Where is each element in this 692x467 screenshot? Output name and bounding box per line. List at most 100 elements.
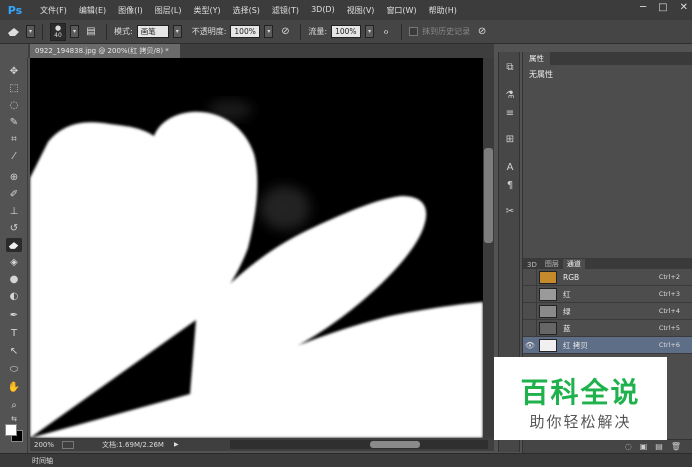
mode-dropdown[interactable]: ▾	[172, 25, 182, 38]
quick-select-tool-icon[interactable]: ✎	[6, 115, 22, 129]
menu-item[interactable]: 编辑(E)	[73, 5, 112, 16]
horizontal-scroll-thumb[interactable]	[370, 441, 420, 448]
menu-item[interactable]: 3D(D)	[305, 5, 341, 16]
path-select-tool-icon[interactable]: ↖	[6, 344, 22, 358]
channels-footer: ◌ ▣ ▤ 🗑	[523, 439, 692, 453]
menu-item[interactable]: 图像(I)	[112, 5, 149, 16]
status-menu-arrow-icon[interactable]: ▶	[174, 441, 179, 448]
channel-name: RGB	[563, 272, 580, 282]
load-selection-icon[interactable]: ◌	[625, 442, 632, 451]
tab-channels-0[interactable]: 3D	[523, 261, 541, 269]
menu-bar: Ps 文件(F) 编辑(E) 图像(I) 图层(L) 类型(Y) 选择(S) 滤镜(T) 3D…	[0, 0, 692, 20]
flow-dropdown[interactable]: ▾	[365, 25, 375, 38]
minimize-button[interactable]: ─	[640, 2, 646, 13]
horizontal-scrollbar[interactable]	[230, 440, 488, 449]
history-brush-tool-icon[interactable]: ↺	[6, 221, 22, 235]
erase-history-checkbox[interactable]	[409, 27, 419, 36]
vertical-scrollbar[interactable]	[483, 58, 494, 438]
menu-item[interactable]: 图层(L)	[149, 5, 188, 16]
tab-properties[interactable]: 属性	[523, 52, 550, 65]
visibility-eye-icon[interactable]	[523, 303, 537, 319]
vertical-scroll-thumb[interactable]	[484, 148, 493, 243]
history-panel-icon[interactable]: ⧉	[503, 60, 517, 74]
zoom-level[interactable]: 200%	[30, 441, 60, 449]
brush-tool-icon[interactable]: ✐	[6, 187, 22, 201]
paragraph-panel-icon[interactable]: ¶	[503, 178, 517, 192]
flow-label: 流量:	[308, 27, 328, 36]
menu-item[interactable]: 选择(S)	[227, 5, 266, 16]
flow-input[interactable]: 100%	[331, 25, 362, 38]
menu-item[interactable]: 文件(F)	[34, 5, 73, 16]
proof-icon	[62, 440, 74, 449]
opacity-dropdown[interactable]: ▾	[264, 25, 274, 38]
tab-channels-2[interactable]: 通道	[562, 259, 585, 269]
properties-body: 无属性	[529, 70, 553, 79]
blur-tool-icon[interactable]: ●	[6, 272, 22, 286]
opacity-value: 100%	[234, 27, 256, 36]
brush-picker-dropdown[interactable]: ▾	[70, 25, 79, 38]
actions-panel-icon[interactable]: ⚗	[503, 88, 517, 102]
crop-tool-icon[interactable]: ⌗	[6, 132, 22, 146]
delete-channel-icon[interactable]: 🗑	[671, 442, 681, 451]
visibility-eye-icon[interactable]	[523, 269, 537, 285]
airbrush-icon[interactable]: ℴ	[378, 24, 394, 40]
channel-shortcut: Ctrl+3	[658, 290, 680, 298]
healing-brush-tool-icon[interactable]: ⊕	[6, 170, 22, 184]
opacity-label: 不透明度:	[191, 27, 227, 36]
pressure-size-icon[interactable]: ⊘	[474, 24, 490, 40]
visibility-eye-icon[interactable]: 👁	[523, 341, 537, 350]
channel-name: 绿	[563, 306, 571, 316]
maximize-button[interactable]: □	[658, 2, 667, 13]
adjust-panel-icon[interactable]: ≡	[503, 106, 517, 120]
pressure-opacity-icon[interactable]: ⊘	[277, 24, 293, 40]
properties-panel: 属性 无属性	[522, 52, 692, 258]
timeline-bar: 时间轴	[0, 453, 692, 467]
opacity-input[interactable]: 100%	[230, 25, 261, 38]
eraser-tool-preset-icon[interactable]	[6, 24, 22, 40]
brush-panel-icon[interactable]: ▤	[83, 24, 99, 40]
zoom-tool-icon[interactable]: ⌕	[6, 398, 22, 412]
menu-item[interactable]: 窗口(W)	[380, 5, 422, 16]
lasso-tool-icon[interactable]: ◌	[6, 98, 22, 112]
brush-size-value: 40	[54, 31, 62, 39]
channel-name: 红	[563, 289, 571, 299]
tool-presets-panel-icon[interactable]: ✂	[503, 204, 517, 218]
close-button[interactable]: ✕	[680, 2, 688, 13]
properties-tabs: 属性	[523, 52, 692, 65]
type-tool-icon[interactable]: T	[6, 326, 22, 340]
tool-preset-dropdown[interactable]: ▾	[26, 25, 35, 38]
channel-row[interactable]: 绿 Ctrl+4	[523, 303, 692, 320]
dodge-tool-icon[interactable]: ◐	[6, 289, 22, 303]
marquee-tool-icon[interactable]: ⬚	[6, 81, 22, 95]
menu-item[interactable]: 滤镜(T)	[266, 5, 305, 16]
menu-item[interactable]: 视图(V)	[341, 5, 381, 16]
hand-tool-icon[interactable]: ✋	[6, 380, 22, 394]
eyedropper-tool-icon[interactable]: ⁄	[6, 149, 22, 163]
clone-stamp-tool-icon[interactable]: ⊥	[6, 204, 22, 218]
canvas[interactable]	[30, 58, 483, 438]
channel-row[interactable]: RGB Ctrl+2	[523, 269, 692, 286]
new-channel-icon[interactable]: ▤	[655, 442, 663, 451]
menu-items: 文件(F) 编辑(E) 图像(I) 图层(L) 类型(Y) 选择(S) 滤镜(T) 3D(D)…	[34, 5, 463, 16]
paint-bucket-tool-icon[interactable]: ◈	[6, 255, 22, 269]
timeline-label[interactable]: 时间轴	[32, 456, 53, 466]
channel-row[interactable]: 蓝 Ctrl+5	[523, 320, 692, 337]
menu-item[interactable]: 类型(Y)	[187, 5, 226, 16]
tab-channels-1[interactable]: 图层	[541, 259, 563, 269]
visibility-eye-icon[interactable]	[523, 286, 537, 302]
brush-presets-panel-icon[interactable]: ⊞	[503, 132, 517, 146]
channel-row[interactable]: 👁 红 拷贝 Ctrl+6	[523, 337, 692, 354]
eraser-tool-icon[interactable]	[6, 238, 22, 252]
visibility-eye-icon[interactable]	[523, 320, 537, 336]
character-panel-icon[interactable]: A	[503, 160, 517, 174]
mode-select[interactable]: 画笔	[136, 25, 169, 38]
brush-size-picker[interactable]: ● 40	[50, 22, 66, 41]
save-selection-icon[interactable]: ▣	[640, 442, 648, 451]
channel-row[interactable]: 红 Ctrl+3	[523, 286, 692, 303]
document-tab[interactable]: 0922_194838.jpg @ 200%(红 拷贝/8) *	[30, 44, 180, 58]
shape-tool-icon[interactable]: ⬭	[6, 362, 22, 376]
pen-tool-icon[interactable]: ✒	[6, 308, 22, 322]
menu-item[interactable]: 帮助(H)	[423, 5, 463, 16]
move-tool-icon[interactable]: ✥	[6, 64, 22, 78]
foreground-color-swatch[interactable]	[5, 424, 17, 436]
